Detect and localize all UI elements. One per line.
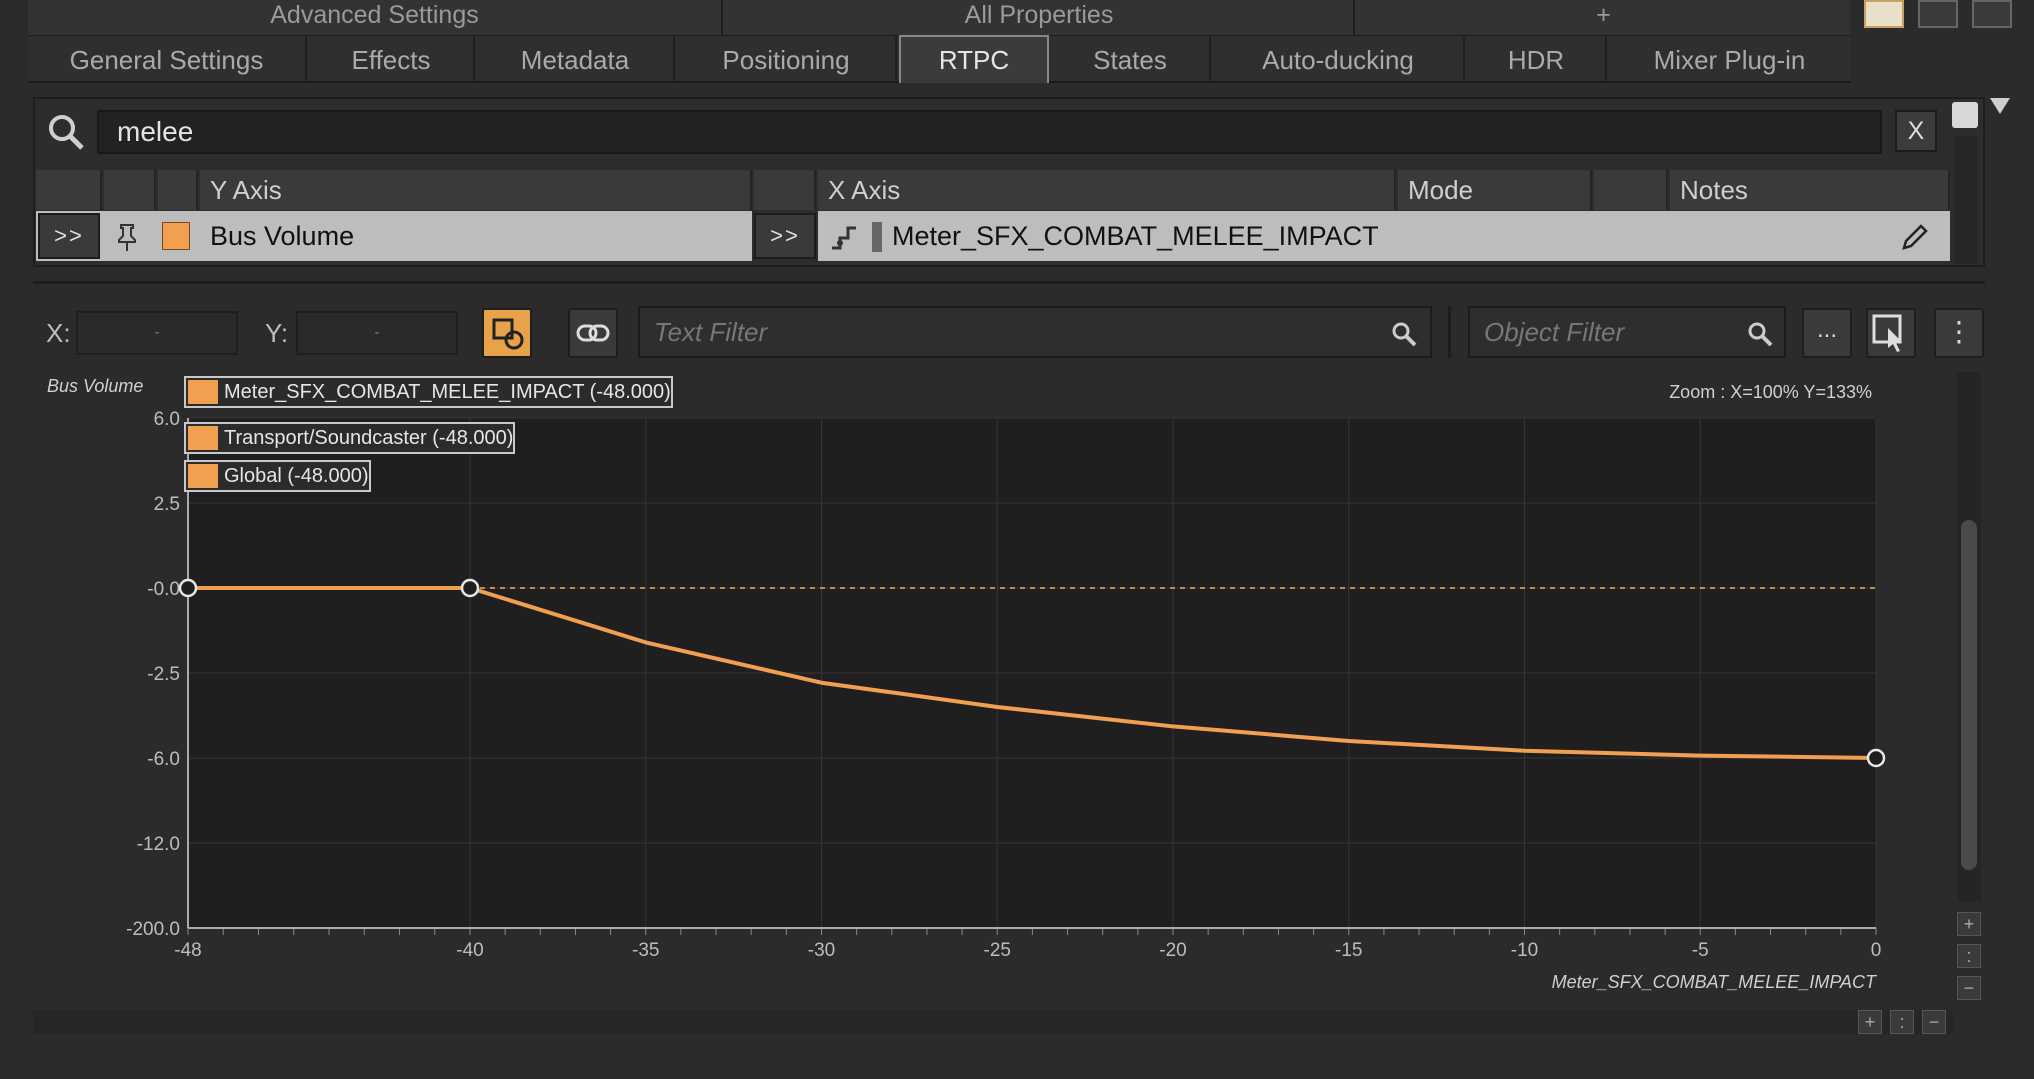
top-tab-row: Advanced Settings All Properties + — [28, 0, 1850, 36]
zoom-in-y-button[interactable]: + — [1957, 912, 1981, 936]
x-tick-label: -30 — [808, 940, 835, 961]
y-coord-field[interactable]: - — [296, 311, 458, 355]
y-tick-label: -12.0 — [137, 834, 180, 855]
y-tick-label: 6.0 — [154, 409, 180, 430]
y-axis-title: Bus Volume — [47, 376, 143, 396]
expand-x-button[interactable]: >> — [754, 213, 816, 259]
curve-control-point[interactable] — [1866, 748, 1886, 768]
x-coord-label: X: — [46, 318, 71, 348]
x-tick-label: 0 — [1871, 940, 1882, 961]
legend-item[interactable]: Transport/Soundcaster (-48.000) — [184, 422, 516, 454]
toolbar-separator — [1448, 306, 1451, 358]
x-tick-label: -20 — [1159, 940, 1186, 961]
search-input[interactable]: melee — [97, 110, 1882, 154]
curve-control-point[interactable] — [178, 578, 198, 598]
y-tick-label: -0.0 — [147, 579, 180, 600]
zoom-out-y-button[interactable]: − — [1957, 976, 1981, 1000]
header-color-col — [158, 170, 198, 210]
y-tick-label: -2.5 — [147, 664, 180, 685]
legend-label: Transport/Soundcaster (-48.000) — [224, 427, 514, 449]
tab-auto-ducking[interactable]: Auto-ducking — [1213, 37, 1465, 83]
layout-single-icon[interactable] — [1864, 0, 1904, 28]
highlight-objects-button[interactable] — [482, 308, 532, 358]
x-axis-color-bar — [872, 222, 882, 252]
zoom-in-x-button[interactable]: + — [1858, 1010, 1882, 1034]
vertical-scroll-thumb[interactable] — [1961, 520, 1977, 870]
y-tick-label: 2.5 — [154, 494, 180, 515]
y-tick-label: -6.0 — [147, 749, 180, 770]
x-tick-label: -10 — [1511, 940, 1538, 961]
list-scrollbar[interactable] — [1955, 136, 1977, 264]
header-notes[interactable]: Notes — [1670, 170, 1950, 210]
tab-states[interactable]: States — [1051, 37, 1211, 83]
x-tick-label: -40 — [456, 940, 483, 961]
x-tick-label: -15 — [1335, 940, 1362, 961]
clear-search-button[interactable]: X — [1895, 110, 1937, 152]
x-tick-label: -25 — [984, 940, 1011, 961]
header-mode[interactable]: Mode — [1398, 170, 1592, 210]
header-pin-col — [104, 170, 156, 210]
pin-icon[interactable] — [112, 222, 142, 252]
object-filter-input[interactable]: Object Filter — [1468, 306, 1786, 358]
game-parameter-icon — [828, 222, 860, 254]
curve-control-point[interactable] — [460, 578, 480, 598]
x-axis-value: Meter_SFX_COMBAT_MELEE_IMPACT — [892, 221, 1379, 251]
layout-stack-icon[interactable] — [1972, 0, 2012, 28]
x-tick-label: -35 — [632, 940, 659, 961]
legend-item[interactable]: Global (-48.000) — [184, 460, 371, 492]
tab-rtpc[interactable]: RTPC — [899, 35, 1049, 83]
y-coord-label: Y: — [265, 318, 289, 348]
x-axis-title: Meter_SFX_COMBAT_MELEE_IMPACT — [1552, 972, 1878, 992]
panel-divider — [33, 281, 1985, 284]
graph-vertical-scrollbar[interactable] — [1957, 372, 1981, 902]
header-expand-col — [36, 170, 102, 210]
tab-positioning[interactable]: Positioning — [677, 37, 897, 83]
text-filter-search-icon — [1390, 320, 1418, 348]
tab-all-properties[interactable]: All Properties — [725, 0, 1355, 36]
legend-label: Meter_SFX_COMBAT_MELEE_IMPACT (-48.000) — [224, 381, 671, 403]
y-axis-value: Bus Volume — [210, 221, 355, 251]
edit-pencil-icon[interactable] — [1898, 220, 1932, 254]
x-coord-field[interactable]: - — [76, 311, 238, 355]
more-options-button[interactable]: ... — [1802, 308, 1852, 358]
zoom-reset-x-button[interactable]: : — [1890, 1010, 1914, 1034]
expand-y-button[interactable]: >> — [38, 213, 100, 259]
legend-label: Global (-48.000) — [224, 465, 369, 487]
property-tabs: General Settings Effects Metadata Positi… — [28, 35, 1850, 83]
header-x-expand-col — [754, 170, 816, 210]
layout-split-icon[interactable] — [1918, 0, 1958, 28]
legend-item[interactable]: Meter_SFX_COMBAT_MELEE_IMPACT (-48.000) — [184, 376, 673, 408]
zoom-readout: Zoom : X=100% Y=133% — [1669, 382, 1872, 402]
tab-hdr[interactable]: HDR — [1467, 37, 1607, 83]
text-filter-input[interactable]: Text Filter — [638, 306, 1432, 358]
tab-metadata[interactable]: Metadata — [477, 37, 675, 83]
tab-general-settings[interactable]: General Settings — [28, 37, 307, 83]
tab-effects[interactable]: Effects — [309, 37, 475, 83]
object-filter-search-icon — [1746, 320, 1774, 348]
tab-mixer-plugin[interactable]: Mixer Plug-in — [1609, 37, 1850, 83]
x-tick-label: -48 — [174, 940, 201, 961]
link-icon[interactable] — [568, 308, 618, 358]
add-tab-button[interactable]: + — [1357, 0, 1850, 36]
header-y-axis[interactable]: Y Axis — [200, 170, 752, 210]
dropdown-arrow-icon[interactable] — [1990, 98, 2010, 114]
graph-horizontal-scrollbar[interactable] — [33, 1010, 1953, 1034]
y-tick-label: -200.0 — [126, 919, 180, 940]
x-tick-label: -5 — [1692, 940, 1709, 961]
header-x-axis[interactable]: X Axis — [818, 170, 1396, 210]
select-in-graph-icon[interactable] — [1866, 308, 1916, 358]
curve-color-swatch — [162, 222, 190, 250]
zoom-list-icon[interactable] — [1952, 102, 1978, 128]
zoom-reset-y-button[interactable]: : — [1957, 944, 1981, 968]
header-spacer — [1594, 170, 1668, 210]
search-icon — [46, 112, 86, 152]
graph-menu-button[interactable]: ⋮ — [1934, 308, 1984, 358]
zoom-out-x-button[interactable]: − — [1922, 1010, 1946, 1034]
tab-advanced-settings[interactable]: Advanced Settings — [28, 0, 723, 36]
